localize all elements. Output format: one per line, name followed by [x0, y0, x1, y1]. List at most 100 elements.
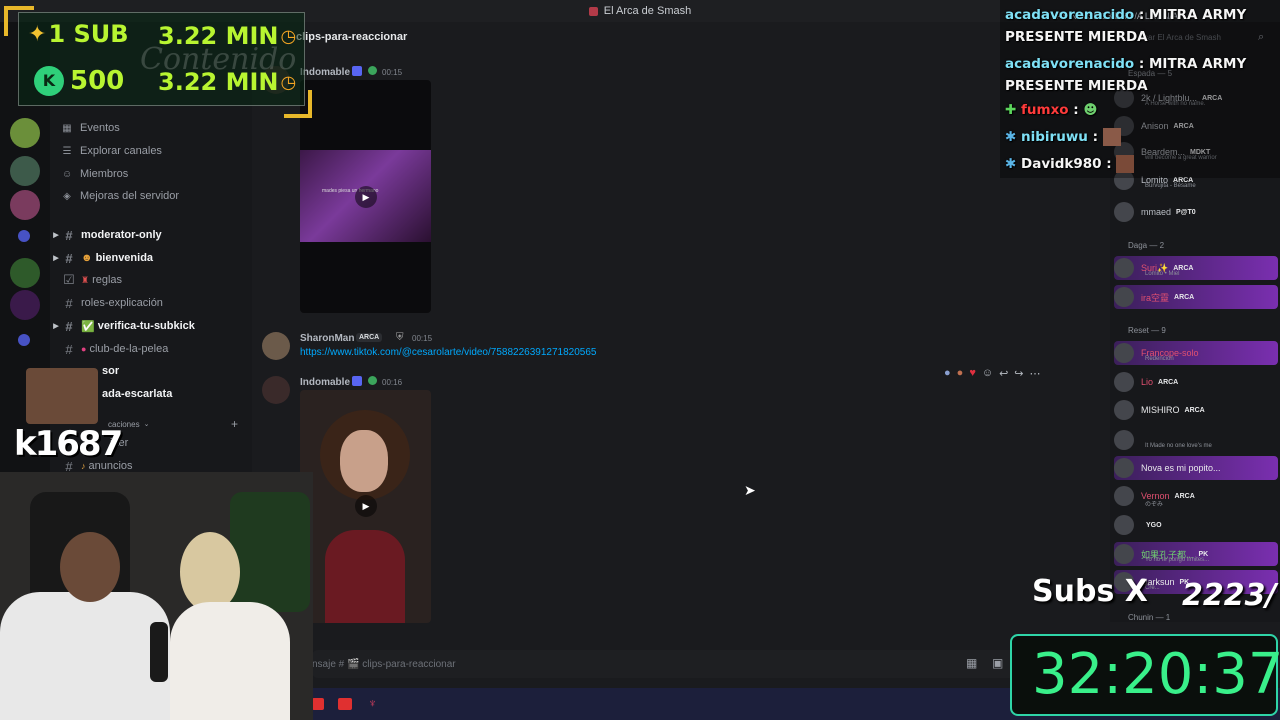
nav-label: Eventos — [80, 122, 120, 134]
channel-twitter[interactable]: itter — [110, 433, 230, 453]
forward-icon[interactable]: ↪ — [1014, 367, 1023, 380]
channel-label: roles-explicación — [81, 297, 163, 309]
check-icon: ✅ — [81, 320, 95, 333]
message-author[interactable]: Indomable — [300, 377, 350, 388]
add-channel-icon[interactable]: + — [231, 417, 238, 431]
member-name: Nova es mi popito... — [1141, 463, 1221, 473]
member-item[interactable]: Vernon ARCA のぞみ — [1114, 484, 1278, 508]
channel-bienvenida[interactable]: ▶ # ☻ bienvenida — [50, 248, 240, 268]
badge-icon: ✱ — [1005, 129, 1017, 145]
server-icon[interactable] — [10, 290, 40, 320]
gif-icon[interactable]: ▣ — [992, 656, 1003, 670]
gift-icon[interactable]: ▦ — [966, 656, 977, 670]
chat-user: Davidk980 — [1021, 156, 1102, 172]
hash-icon: # — [65, 295, 73, 311]
member-item[interactable]: MISHIRO ARCA — [1114, 398, 1278, 422]
clock-icon: ◷ — [280, 25, 297, 47]
channel-moderator-only[interactable]: ▶ # moderator-only — [50, 225, 240, 245]
server-icon[interactable] — [10, 156, 40, 186]
message-author[interactable]: SharonMan — [300, 333, 354, 344]
shield-icon: ⛨ — [396, 332, 404, 343]
chat-message: acadavorenacido : MITRA ARMY PRESENTE MI… — [1005, 4, 1275, 48]
subathon-timer: 32:20:37 — [1010, 634, 1280, 716]
channel-verifica-tu-subkick[interactable]: ▶ # ✅ verifica-tu-subkick — [50, 316, 240, 336]
avatar[interactable] — [262, 376, 290, 404]
channel-sor[interactable]: sor — [102, 361, 242, 381]
member-item[interactable]: It Made no one love's me — [1114, 428, 1278, 452]
server-icon[interactable] — [10, 258, 40, 288]
kick-username: k1687 — [14, 424, 123, 464]
avatar — [1114, 400, 1134, 420]
member-status: It Made no one love's me — [1145, 443, 1212, 449]
app-icon[interactable] — [338, 698, 352, 710]
reply-icon[interactable]: ↩ — [999, 367, 1008, 380]
member-item[interactable]: mmaed P@T0 — [1114, 200, 1278, 224]
role-badge: YGO — [1146, 521, 1162, 529]
role-badge: ARCA — [1174, 492, 1195, 500]
chevron-right-icon: ▶ — [53, 232, 59, 239]
play-icon[interactable]: ▶ — [355, 495, 377, 517]
member-item[interactable]: Lio ARCA — [1114, 370, 1278, 394]
user-avatar — [26, 368, 98, 424]
folder-icon[interactable] — [18, 230, 30, 242]
video-embed[interactable]: ▶ — [300, 390, 431, 623]
heart-icon[interactable]: ♥ — [969, 367, 976, 379]
subs-value: 2223/ — [1182, 578, 1277, 613]
message-link[interactable]: https://www.tiktok.com/@cesarolarte/vide… — [300, 347, 596, 358]
app-icon[interactable]: ♆ — [368, 696, 377, 710]
channel-label: club-de-la-pelea — [89, 343, 169, 355]
nav-server-boosts[interactable]: ◈ Mejoras del servidor — [62, 186, 179, 206]
microphone-icon — [150, 622, 168, 682]
nav-events[interactable]: ▦ Eventos — [62, 118, 120, 138]
member-item[interactable]: Francope-solo Redención — [1114, 341, 1278, 365]
avatar — [1114, 258, 1134, 278]
hash-icon: # — [65, 227, 73, 243]
add-reaction-icon[interactable]: ☺ — [982, 367, 993, 379]
more-icon[interactable]: ⋯ — [1030, 367, 1041, 380]
chat-user: nibiruwu — [1021, 129, 1088, 145]
sub-row-time: 3.22 MIN ◷ — [158, 68, 296, 96]
person — [0, 592, 170, 720]
emoji-icon: ♜ — [81, 274, 90, 285]
sub-time: 3.22 MIN — [158, 22, 279, 50]
emote-icon: ☻ — [1083, 102, 1098, 118]
member-item[interactable]: Suri✨ ARCA Lomito • Miel — [1114, 256, 1278, 280]
message-input-placeholder: nsaje # 🎬 clips-para-reaccionar — [312, 658, 456, 670]
reaction-icon[interactable]: ● — [944, 367, 951, 379]
nav-members[interactable]: ☺ Miembros — [62, 164, 128, 184]
member-item[interactable]: YGO — [1114, 513, 1278, 537]
message-author[interactable]: Indomable — [300, 67, 350, 78]
chat-user: fumxo — [1021, 102, 1069, 118]
channel-header: clips-para-reaccionar — [252, 26, 1100, 50]
clock-icon: ◷ — [280, 71, 297, 93]
folder-icon[interactable] — [18, 334, 30, 346]
play-icon[interactable]: ▶ — [355, 186, 377, 208]
avatar — [1114, 544, 1134, 564]
nav-explore-channels[interactable]: ☰ Explorar canales — [62, 141, 162, 161]
member-item[interactable]: 如果孔子都... PK Yo no te pongo límites... — [1114, 542, 1278, 566]
person — [180, 532, 240, 612]
video-embed[interactable]: mades piesa un hermano ▶ — [300, 80, 431, 313]
server-icon[interactable] — [10, 118, 40, 148]
channel-ada-escarlata[interactable]: ada-escarlata — [102, 384, 242, 404]
message-time: 00:15 — [412, 334, 433, 343]
member-name: Lio — [1141, 377, 1154, 387]
reaction-icon[interactable]: ● — [957, 367, 964, 379]
message-input[interactable]: nsaje # 🎬 clips-para-reaccionar — [312, 650, 1102, 678]
channel-reglas[interactable]: ☑ ♜ reglas — [50, 270, 240, 290]
nav-label: Mejoras del servidor — [80, 190, 180, 202]
member-item[interactable]: ira空靈 ARCA — [1114, 285, 1278, 309]
member-item[interactable]: Nova es mi popito... — [1114, 456, 1278, 480]
avatar[interactable] — [262, 332, 290, 360]
server-icon[interactable] — [10, 190, 40, 220]
role-badge: ARCA — [356, 333, 383, 342]
avatar — [1114, 515, 1134, 535]
channel-label: verifica-tu-subkick — [97, 320, 195, 332]
channel-roles-explicacion[interactable]: # roles-explicación — [50, 293, 240, 313]
app-icon[interactable] — [312, 698, 324, 710]
sub-count: 1 SUB — [48, 20, 129, 48]
category-header[interactable]: caciones ⌄ + — [108, 414, 238, 434]
message-actions: ● ● ♥ ☺ ↩ ↪ ⋯ — [944, 364, 1086, 382]
channel-club-de-la-pelea[interactable]: # ● club-de-la-pelea — [50, 339, 240, 359]
emoji-icon: ☻ — [81, 252, 93, 264]
